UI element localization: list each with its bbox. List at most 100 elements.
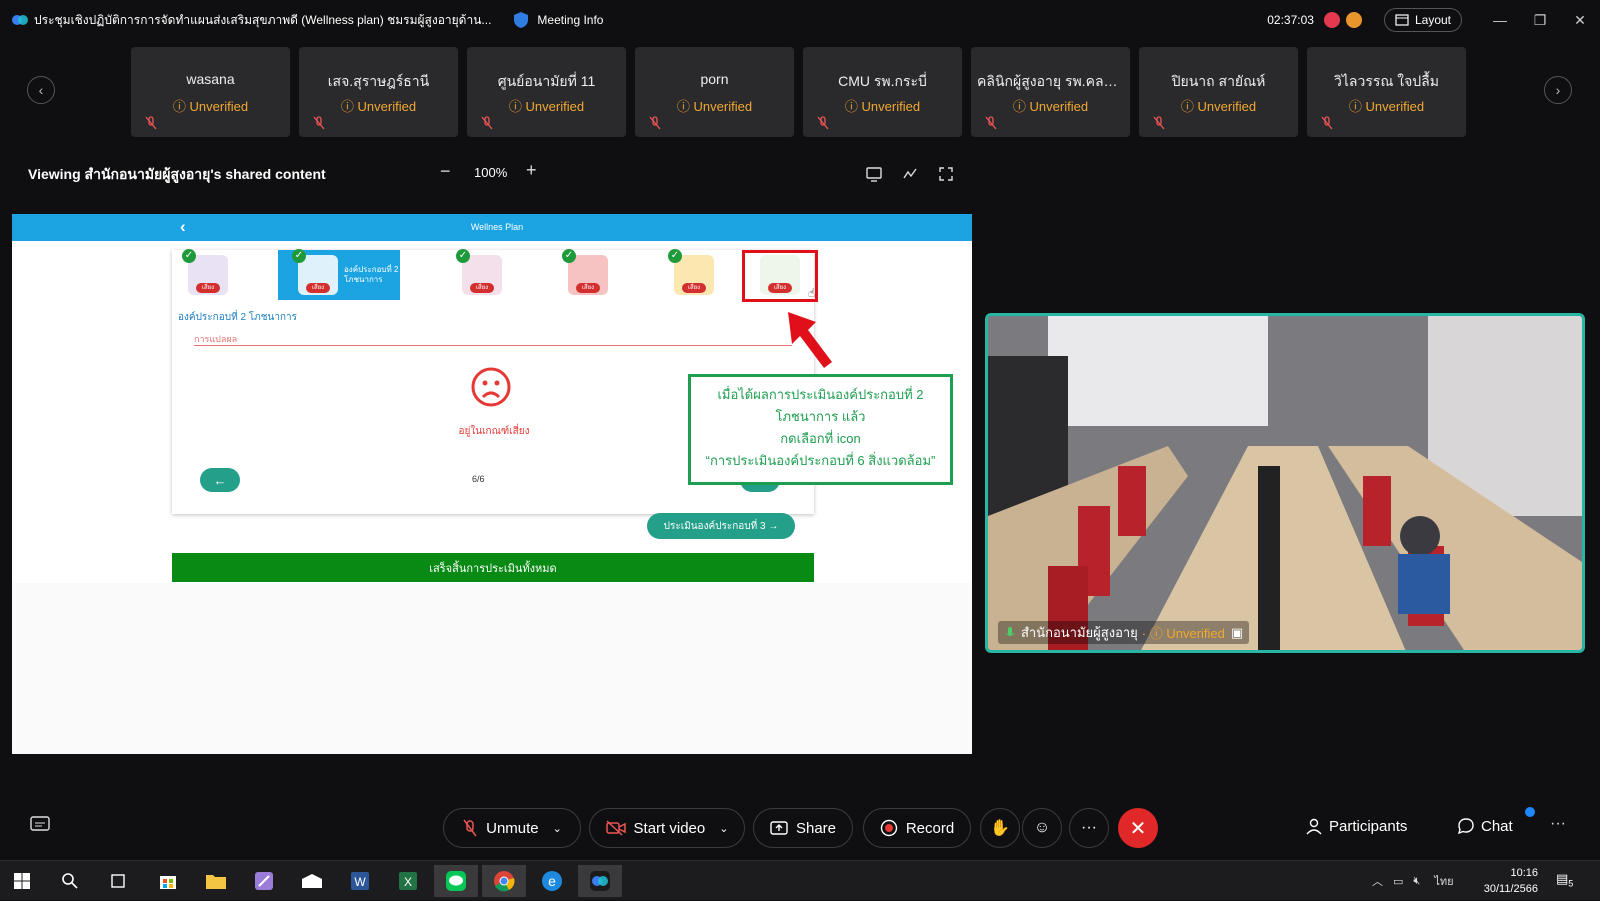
- excel-icon[interactable]: X: [386, 865, 430, 897]
- category-tab-2[interactable]: ✓ เสี่ยง องค์ประกอบที่ 2 โภชนาการ: [278, 249, 400, 300]
- svg-text:e: e: [548, 873, 556, 889]
- record-button[interactable]: Record: [863, 808, 971, 848]
- prev-page-button[interactable]: ←: [200, 468, 240, 492]
- layout-button[interactable]: Layout: [1383, 8, 1462, 32]
- result-input[interactable]: การแปลผล: [194, 328, 792, 346]
- chevron-down-icon[interactable]: ⌄: [719, 822, 728, 835]
- strip-prev-icon[interactable]: ‹: [27, 76, 55, 104]
- participants-label: Participants: [1329, 817, 1408, 835]
- mic-muted-icon: [463, 819, 477, 837]
- more-options-icon[interactable]: ···: [1069, 808, 1109, 848]
- meeting-title: ประชุมเชิงปฏิบัติการการจัดทำแผนส่งเสริมส…: [34, 12, 492, 27]
- participant-tile[interactable]: wasana ⓘ Unverified: [131, 47, 290, 137]
- category-tab-5[interactable]: ✓ เสี่ยง: [668, 249, 714, 300]
- participant-name: เสจ.สุราษฎร์ธานี: [327, 73, 430, 89]
- restore-icon[interactable]: ❐: [1520, 0, 1560, 40]
- captions-icon[interactable]: [30, 815, 50, 833]
- category-tab-1[interactable]: ✓ เสี่ยง: [182, 249, 228, 300]
- close-icon[interactable]: ✕: [1560, 0, 1600, 40]
- user-avatar[interactable]: [1345, 12, 1362, 28]
- word-icon[interactable]: W: [338, 865, 382, 897]
- start-video-button[interactable]: Start video ⌄: [589, 808, 745, 848]
- chat-notification-dot: [1525, 807, 1535, 817]
- participant-tile[interactable]: เสจ.สุราษฎร์ธานี ⓘ Unverified: [299, 47, 458, 137]
- participants-button[interactable]: Participants: [1305, 817, 1407, 835]
- input-language[interactable]: ไทย: [1434, 872, 1453, 890]
- participant-name: wasana: [186, 71, 235, 87]
- zoom-in-icon[interactable]: +: [526, 160, 537, 181]
- pencil-icon: ✓ เสี่ยง: [182, 249, 228, 295]
- minimize-icon[interactable]: —: [1480, 0, 1520, 40]
- share-button[interactable]: Share: [753, 808, 853, 848]
- category-tab-3[interactable]: ✓ เสี่ยง: [456, 249, 502, 300]
- participant-tile[interactable]: CMU รพ.กระบี่ ⓘ Unverified: [803, 47, 962, 137]
- mic-muted-icon: [1321, 116, 1333, 130]
- participant-tile[interactable]: วิไลวรรณ ใจปลื้ม ⓘ Unverified: [1307, 47, 1466, 137]
- participant-tile[interactable]: porn ⓘ Unverified: [635, 47, 794, 137]
- smile-icon: ✓ เสี่ยง: [668, 249, 714, 295]
- file-explorer-icon[interactable]: [194, 865, 238, 897]
- app-header: ‹ Wellnes Plan: [12, 214, 972, 241]
- mic-muted-icon: [1153, 116, 1165, 130]
- title-bar: ประชุมเชิงปฏิบัติการการจัดทำแผนส่งเสริมส…: [0, 0, 1600, 40]
- control-bar: Unmute ⌄ Start video ⌄ Share Record ✋ ☺ …: [0, 795, 1600, 848]
- leave-meeting-button[interactable]: ✕: [1118, 808, 1158, 848]
- taskbar-clock[interactable]: 10:16 30/11/2566: [1484, 865, 1538, 897]
- screen-share-icon: ▣: [1230, 624, 1244, 640]
- participant-tile[interactable]: ปิยนาถ สายัณห์ ⓘ Unverified: [1139, 47, 1298, 137]
- next-section-button[interactable]: ประเมินองค์ประกอบที่ 3 →: [647, 513, 795, 539]
- windows-taskbar: W X e ︿ ▭ 🔇︎ ไทย 10:16 30/11/2566 ▤5: [0, 860, 1600, 900]
- edge-icon[interactable]: e: [530, 865, 574, 897]
- layout-label: Layout: [1414, 13, 1451, 27]
- zoom-level: 100%: [474, 165, 508, 180]
- meeting-timer: 02:37:03: [1267, 13, 1314, 27]
- zoom-out-icon[interactable]: −: [440, 161, 451, 182]
- chat-button[interactable]: Chat: [1457, 817, 1513, 835]
- mic-muted-icon: [985, 116, 997, 130]
- store-icon[interactable]: [146, 865, 190, 897]
- notification-icon[interactable]: ▤5: [1556, 871, 1573, 889]
- participant-tile[interactable]: ศูนย์อนามัยที่ 11 ⓘ Unverified: [467, 47, 626, 137]
- windows-start-icon[interactable]: [0, 865, 44, 897]
- reactions-icon[interactable]: ☺: [1022, 808, 1062, 848]
- viewing-bar: Viewing สำนักอนามัยผู้สูงอายุ's shared c…: [0, 155, 970, 191]
- mic-muted-icon: [313, 116, 325, 130]
- fullscreen-icon[interactable]: [937, 165, 955, 183]
- highlight-box: [742, 250, 818, 302]
- task-view-icon[interactable]: [96, 865, 140, 897]
- raise-hand-icon[interactable]: ✋: [980, 808, 1020, 848]
- annotate-icon[interactable]: [901, 165, 919, 183]
- search-icon[interactable]: [48, 865, 92, 897]
- mail-icon[interactable]: [290, 865, 334, 897]
- mic-muted-icon: [145, 116, 157, 130]
- strip-next-icon[interactable]: ›: [1544, 76, 1572, 104]
- app-title: Wellnes Plan: [470, 222, 524, 232]
- more-icon[interactable]: ···: [1550, 815, 1566, 833]
- section-title: องค์ประกอบที่ 2 โภชนาการ: [178, 312, 298, 323]
- volume-muted-icon[interactable]: 🔇︎: [1413, 875, 1420, 888]
- chrome-icon[interactable]: [482, 865, 526, 897]
- video-panel[interactable]: สำนักอนามัยผู้สูงอายุ · ⓘ Unverified ▣: [985, 313, 1585, 653]
- page-indicator: 6/6: [472, 474, 485, 484]
- mic-muted-icon: [481, 116, 493, 130]
- mic-muted-icon: [817, 116, 829, 130]
- paint-icon[interactable]: [242, 865, 286, 897]
- recording-indicator-icon: [1323, 12, 1340, 28]
- meeting-info-button[interactable]: Meeting Info: [513, 11, 603, 29]
- chevron-down-icon[interactable]: ⌄: [553, 822, 562, 835]
- webex-taskbar-icon[interactable]: [578, 865, 622, 897]
- svg-text:X: X: [404, 875, 412, 889]
- person-icon: ✓ เสี่ยง: [292, 249, 338, 295]
- unmute-button[interactable]: Unmute ⌄: [443, 808, 581, 848]
- unverified-label: ⓘ Unverified: [1180, 99, 1257, 114]
- video-off-icon: [605, 820, 626, 836]
- screen-view-icon[interactable]: [865, 165, 883, 183]
- finish-button[interactable]: เสร็จสิ้นการประเมินทั้งหมด: [172, 553, 814, 582]
- participant-name: ศูนย์อนามัยที่ 11: [497, 73, 596, 89]
- participant-tile[interactable]: คลินิกผู้สูงอายุ รพ.คลอง... ⓘ Unverified: [971, 47, 1130, 137]
- line-app-icon[interactable]: [434, 865, 478, 897]
- unverified-label: ⓘ Unverified: [340, 99, 417, 114]
- tray-chevron-up-icon[interactable]: ︿: [1372, 873, 1383, 889]
- category-tab-4[interactable]: ✓ เสี่ยง: [562, 249, 608, 300]
- battery-icon[interactable]: ▭: [1393, 875, 1403, 888]
